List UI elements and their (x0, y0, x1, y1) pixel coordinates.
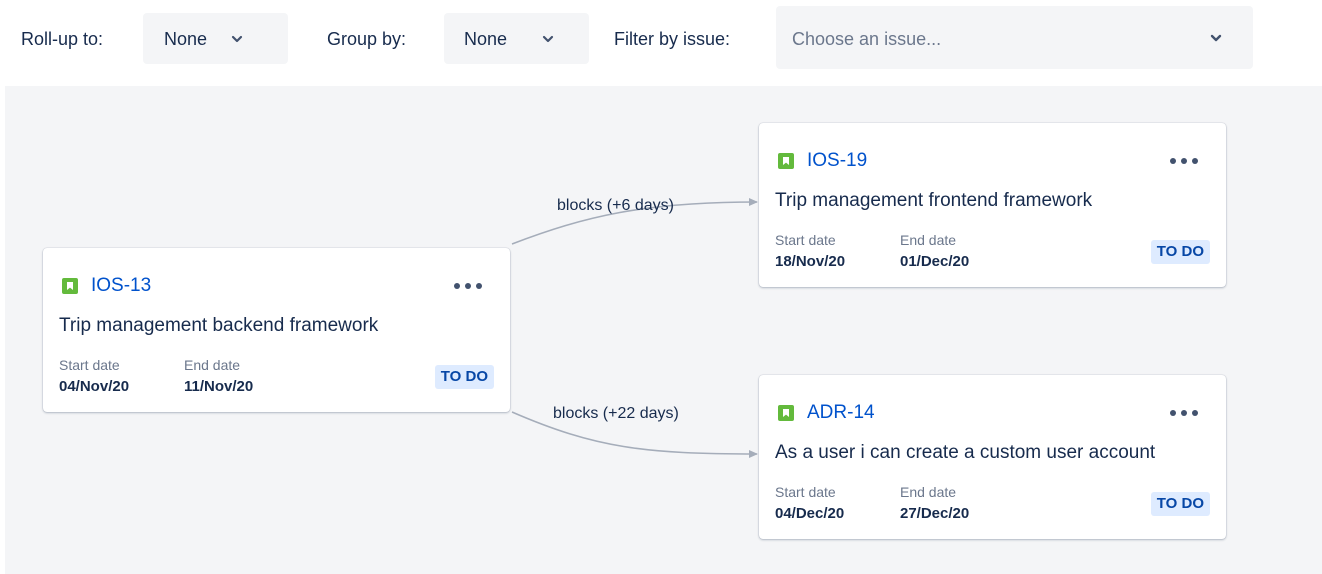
filter-placeholder: Choose an issue... (792, 29, 942, 49)
rollup-select[interactable]: None (143, 13, 288, 64)
issue-key[interactable]: ADR-14 (807, 401, 875, 425)
link-label-2: blocks (+22 days) (553, 405, 679, 422)
groupby-label: Group by: (327, 29, 407, 49)
start-date-label: Start date (775, 484, 836, 500)
link-label-1: blocks (+6 days) (557, 197, 674, 214)
start-date-label: Start date (775, 232, 836, 248)
chevron-down-icon (542, 35, 554, 43)
issue-key[interactable]: IOS-19 (807, 149, 867, 173)
groupby-value: None (464, 29, 508, 49)
end-date-value: 01/Dec/20 (900, 253, 970, 270)
issue-card-adr-14[interactable]: ADR-14 As a user i can create a custom u… (759, 375, 1226, 539)
story-icon (778, 405, 794, 421)
more-icon[interactable] (1168, 406, 1200, 420)
filter-label: Filter by issue: (614, 29, 731, 49)
chevron-down-icon (231, 35, 243, 43)
start-date-value: 04/Nov/20 (59, 378, 130, 395)
start-date-value: 18/Nov/20 (775, 253, 846, 270)
groupby-select[interactable]: None (444, 13, 589, 64)
start-date-label: Start date (59, 357, 120, 373)
story-icon (62, 278, 78, 294)
dependency-canvas[interactable]: blocks (+6 days) blocks (+22 days) IOS-1… (5, 86, 1322, 574)
issue-summary: Trip management backend framework (59, 315, 379, 336)
chevron-down-icon (1210, 34, 1222, 42)
issue-card-ios-13[interactable]: IOS-13 Trip management backend framework… (43, 248, 510, 412)
end-date-label: End date (900, 232, 957, 248)
issue-summary: As a user i can create a custom user acc… (775, 442, 1156, 463)
rollup-value: None (164, 29, 208, 49)
status-badge: TO DO (1150, 240, 1210, 264)
status-badge: TO DO (434, 365, 494, 389)
end-date-value: 27/Dec/20 (900, 505, 970, 522)
end-date-label: End date (184, 357, 241, 373)
end-date-label: End date (900, 484, 957, 500)
toolbar: Roll-up to: None Group by: None Filter b… (0, 0, 1322, 86)
story-icon (778, 153, 794, 169)
more-icon[interactable] (1168, 154, 1200, 168)
issue-summary: Trip management frontend framework (775, 190, 1093, 211)
filter-issue-select[interactable]: Choose an issue... (776, 6, 1253, 69)
more-icon[interactable] (452, 279, 484, 293)
status-badge: TO DO (1150, 492, 1210, 516)
end-date-value: 11/Nov/20 (184, 378, 254, 395)
rollup-label: Roll-up to: (21, 29, 104, 49)
issue-card-ios-19[interactable]: IOS-19 Trip management frontend framewor… (759, 123, 1226, 287)
start-date-value: 04/Dec/20 (775, 505, 845, 522)
issue-key[interactable]: IOS-13 (91, 274, 151, 298)
